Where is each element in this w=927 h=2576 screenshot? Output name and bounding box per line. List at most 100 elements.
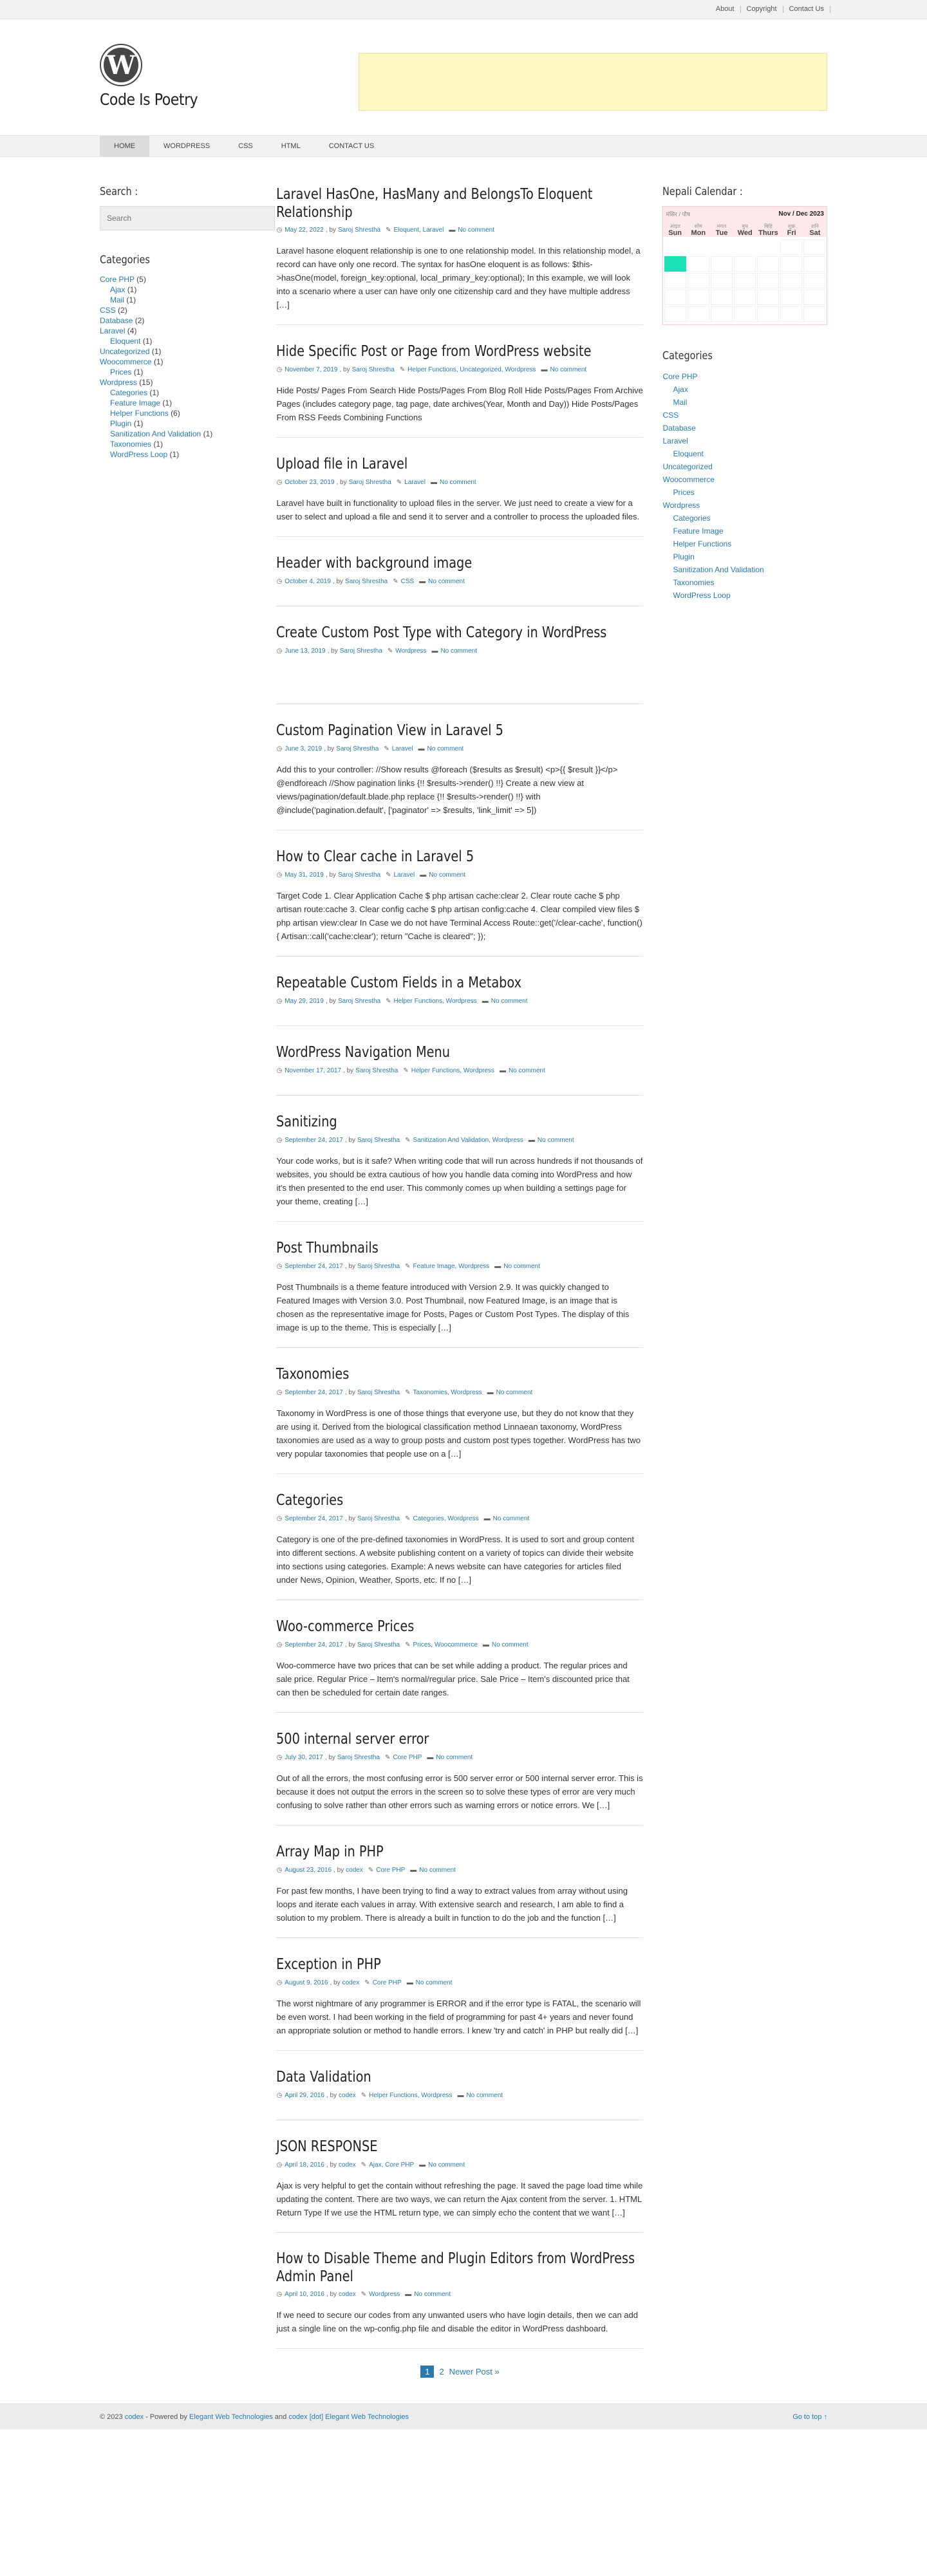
post-author[interactable]: codex xyxy=(346,1867,363,1874)
category-link[interactable]: Ajax xyxy=(110,285,125,294)
footer-codex-link[interactable]: codex [dot] Elegant Web Technologies xyxy=(288,2413,409,2421)
post-date[interactable]: September 24, 2017 xyxy=(285,1389,343,1396)
right-category-link[interactable]: Ajax xyxy=(673,385,688,394)
footer-theme-link[interactable]: Elegant Web Technologies xyxy=(189,2413,273,2421)
right-category-link[interactable]: Taxonomies xyxy=(673,578,714,587)
post-author[interactable]: Saroj Shrestha xyxy=(357,1515,400,1522)
post-date[interactable]: May 22, 2022 xyxy=(285,227,324,234)
calendar-day-cell[interactable] xyxy=(688,290,710,305)
category-link[interactable]: Uncategorized xyxy=(100,347,149,356)
post-categories[interactable]: Sanitization And Validation, Wordpress xyxy=(413,1137,523,1144)
post-title-link[interactable]: Array Map in PHP xyxy=(276,1842,585,1862)
post-title-link[interactable]: Hide Specific Post or Page from WordPres… xyxy=(276,342,592,361)
post-author[interactable]: Saroj Shrestha xyxy=(336,745,379,752)
category-link[interactable]: Feature Image xyxy=(110,398,160,407)
post-categories[interactable]: Helper Functions, Wordpress xyxy=(411,1067,494,1074)
post-title-link[interactable]: Upload file in Laravel xyxy=(276,454,585,474)
post-categories[interactable]: Core PHP xyxy=(373,1979,402,1986)
calendar-day-cell[interactable] xyxy=(711,290,733,305)
category-link[interactable]: Laravel xyxy=(100,326,125,335)
category-link[interactable]: Core PHP xyxy=(100,275,135,284)
post-title-link[interactable]: Create Custom Post Type with Category in… xyxy=(276,623,606,642)
calendar-day-cell[interactable] xyxy=(757,290,780,305)
post-author[interactable]: Saroj Shrestha xyxy=(355,1067,398,1074)
post-comments-link[interactable]: No comment xyxy=(466,2092,503,2099)
post-categories[interactable]: Wordpress xyxy=(369,2291,400,2298)
post-title-link[interactable]: 500 internal server error xyxy=(276,1730,585,1749)
category-link[interactable]: WordPress Loop xyxy=(110,450,167,459)
category-link[interactable]: Wordpress xyxy=(100,378,137,387)
post-categories[interactable]: Categories, Wordpress xyxy=(413,1515,479,1522)
calendar-day-cell[interactable] xyxy=(688,273,710,288)
nav-item-home[interactable]: HOME xyxy=(100,136,149,156)
post-comments-link[interactable]: No comment xyxy=(493,1515,530,1522)
post-categories[interactable]: Laravel xyxy=(404,479,426,486)
post-author[interactable]: Saroj Shrestha xyxy=(338,872,380,879)
calendar-day-cell[interactable] xyxy=(664,273,687,288)
right-category-link[interactable]: Sanitization And Validation xyxy=(673,565,763,574)
post-categories[interactable]: Helper Functions, Uncategorized, Wordpre… xyxy=(407,366,536,373)
site-logo[interactable]: W Code Is Poetry xyxy=(100,45,211,109)
right-category-link[interactable]: Database xyxy=(662,424,695,433)
calendar-day-cell[interactable] xyxy=(734,256,756,272)
category-link[interactable]: Database xyxy=(100,316,133,325)
post-comments-link[interactable]: No comment xyxy=(503,1263,540,1270)
post-comments-link[interactable]: No comment xyxy=(458,227,494,234)
post-title-link[interactable]: Categories xyxy=(276,1491,585,1510)
post-title-link[interactable]: How to Clear cache in Laravel 5 xyxy=(276,847,585,866)
post-date[interactable]: September 24, 2017 xyxy=(285,1641,343,1648)
calendar-day-cell[interactable] xyxy=(664,306,687,322)
post-date[interactable]: July 30, 2017 xyxy=(285,1754,323,1761)
post-date[interactable]: May 31, 2019 xyxy=(285,872,324,879)
post-comments-link[interactable]: No comment xyxy=(509,1067,545,1074)
post-comments-link[interactable]: No comment xyxy=(428,2161,465,2169)
post-date[interactable]: August 9, 2016 xyxy=(285,1979,328,1986)
post-author[interactable]: codex xyxy=(339,2161,356,2169)
calendar-day-cell[interactable] xyxy=(803,290,825,305)
right-category-link[interactable]: Prices xyxy=(673,488,694,497)
right-category-link[interactable]: Core PHP xyxy=(662,372,697,381)
post-categories[interactable]: Wordpress xyxy=(395,648,426,655)
calendar-day-cell[interactable] xyxy=(780,306,803,322)
right-category-link[interactable]: Helper Functions xyxy=(673,539,731,548)
post-title-link[interactable]: Woo-commerce Prices xyxy=(276,1617,585,1636)
post-date[interactable]: October 23, 2019 xyxy=(285,479,334,486)
post-author[interactable]: codex xyxy=(339,2291,356,2298)
post-comments-link[interactable]: No comment xyxy=(427,745,464,752)
right-category-link[interactable]: Woocommerce xyxy=(662,475,714,484)
post-title-link[interactable]: Exception in PHP xyxy=(276,1955,585,1974)
calendar-day-cell[interactable] xyxy=(711,256,733,272)
right-category-link[interactable]: Wordpress xyxy=(662,501,700,510)
post-date[interactable]: June 13, 2019 xyxy=(285,648,325,655)
right-category-link[interactable]: Mail xyxy=(673,398,687,407)
post-author[interactable]: Saroj Shrestha xyxy=(349,479,391,486)
post-author[interactable]: Saroj Shrestha xyxy=(338,998,380,1005)
post-comments-link[interactable]: No comment xyxy=(496,1389,533,1396)
go-to-top-link[interactable]: Go to top ↑ xyxy=(792,2413,827,2421)
post-comments-link[interactable]: No comment xyxy=(440,479,476,486)
topbar-link-copyright[interactable]: Copyright xyxy=(741,6,783,13)
topbar-link-contact-us[interactable]: Contact Us xyxy=(783,6,830,13)
post-title-link[interactable]: How to Disable Theme and Plugin Editors … xyxy=(276,2250,643,2286)
category-link[interactable]: Sanitization And Validation xyxy=(110,429,201,438)
post-title-link[interactable]: Data Validation xyxy=(276,2067,585,2087)
post-comments-link[interactable]: No comment xyxy=(429,872,465,879)
post-comments-link[interactable]: No comment xyxy=(414,2291,451,2298)
pagination-newer-link[interactable]: Newer Post » xyxy=(449,2367,500,2376)
calendar-day-cell[interactable] xyxy=(780,290,803,305)
calendar-day-cell[interactable] xyxy=(711,273,733,288)
right-category-link[interactable]: Categories xyxy=(673,514,710,523)
calendar-day-cell[interactable] xyxy=(803,306,825,322)
post-comments-link[interactable]: No comment xyxy=(440,648,477,655)
category-link[interactable]: Prices xyxy=(110,368,131,377)
category-link[interactable]: Taxonomies xyxy=(110,440,151,449)
calendar-day-cell[interactable] xyxy=(780,256,803,272)
post-date[interactable]: May 29, 2019 xyxy=(285,998,324,1005)
post-date[interactable]: September 24, 2017 xyxy=(285,1263,343,1270)
post-date[interactable]: April 10, 2016 xyxy=(285,2291,324,2298)
post-date[interactable]: August 23, 2016 xyxy=(285,1867,332,1874)
category-link[interactable]: Plugin xyxy=(110,419,131,428)
post-comments-link[interactable]: No comment xyxy=(436,1754,473,1761)
nav-item-wordpress[interactable]: WORDPRESS xyxy=(149,136,224,156)
calendar-day-cell[interactable] xyxy=(780,273,803,288)
